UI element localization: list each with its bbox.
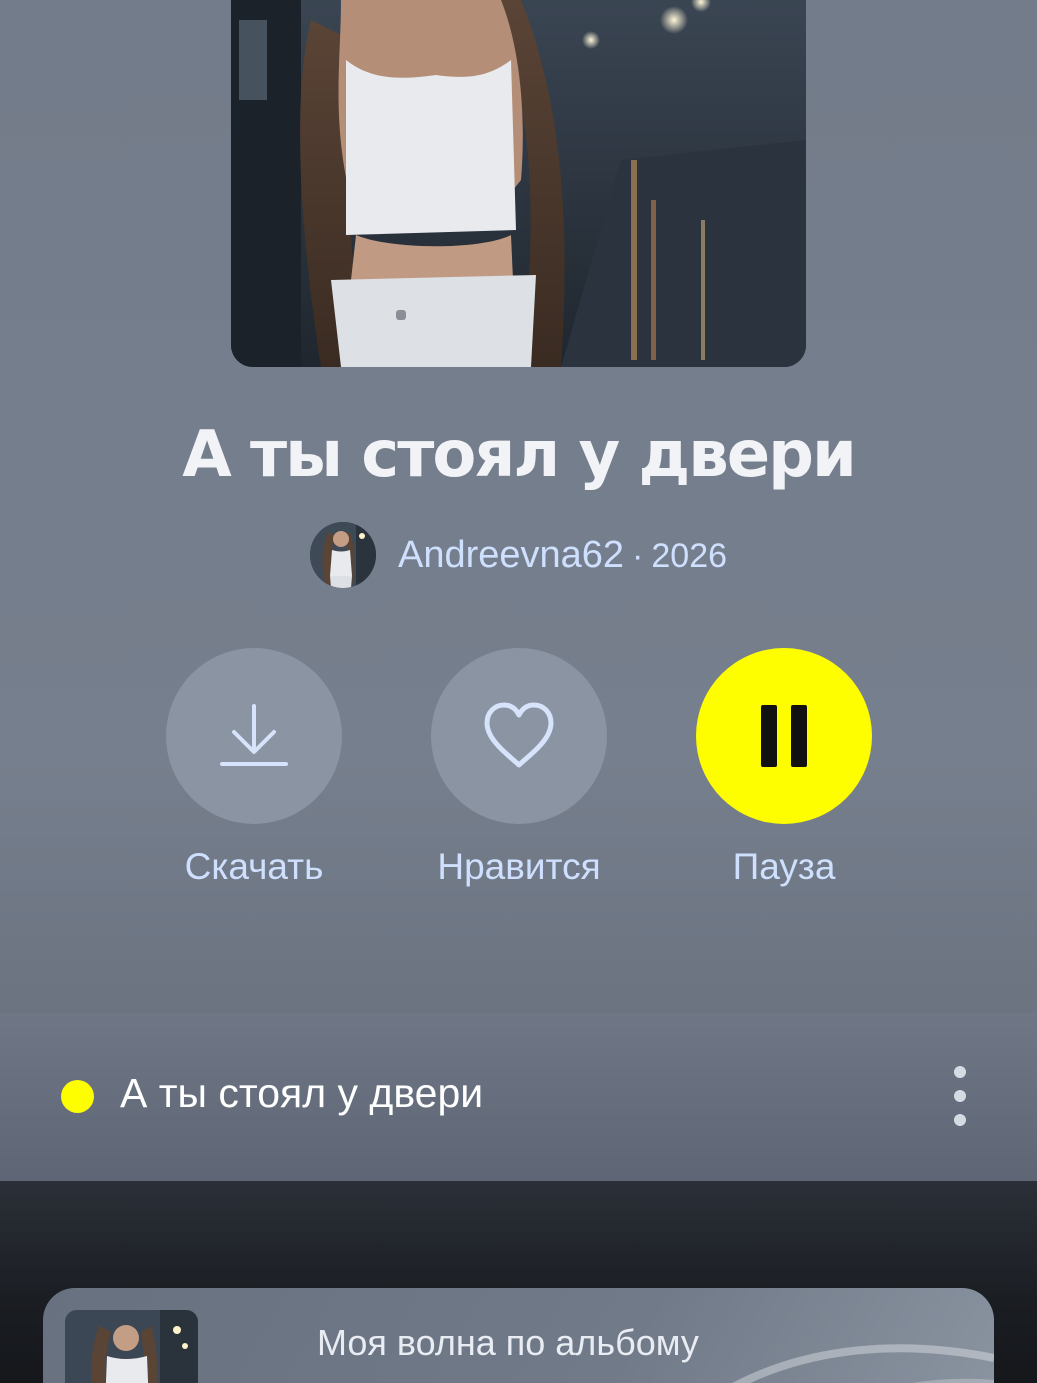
release-year: 2026 xyxy=(651,536,728,575)
artist-info[interactable]: Andreevna62 · 2026 xyxy=(398,534,727,577)
pause-label: Пауза xyxy=(732,846,836,887)
list-item-title[interactable]: А ты стоял у двери xyxy=(120,1070,483,1117)
more-dot xyxy=(954,1066,966,1078)
list-item[interactable]: А ты стоял у двери xyxy=(0,1060,1037,1132)
like-label: Нравится xyxy=(437,846,601,887)
mini-player[interactable]: Моя волна по альбому xyxy=(43,1288,994,1383)
pause-button-circle[interactable] xyxy=(696,648,872,824)
more-vertical-icon[interactable] xyxy=(940,1066,980,1126)
artist-name[interactable]: Andreevna62 xyxy=(398,534,624,577)
more-dot xyxy=(954,1090,966,1102)
heart-icon xyxy=(484,702,554,768)
now-playing-dot xyxy=(61,1080,94,1113)
download-icon xyxy=(220,704,288,766)
like-button[interactable]: Нравится xyxy=(399,648,639,888)
artist-avatar[interactable] xyxy=(309,522,376,588)
download-label: Скачать xyxy=(184,846,324,887)
album-cover-image xyxy=(231,0,806,367)
pause-button[interactable]: Пауза xyxy=(664,648,904,888)
download-button-circle[interactable] xyxy=(166,648,342,824)
artist-separator: · xyxy=(632,536,644,575)
artist-row[interactable]: Andreevna62 · 2026 xyxy=(0,520,1037,590)
mini-player-caption: Моя волна по альбому xyxy=(317,1322,699,1363)
download-button[interactable]: Скачать xyxy=(134,648,374,888)
track-title: А ты стоял у двери xyxy=(182,418,857,492)
pause-icon xyxy=(761,705,807,767)
action-buttons: Скачать Нравится Пауза xyxy=(0,648,1037,908)
more-dot xyxy=(954,1114,966,1126)
album-page: А ты стоял у двери Andreevna62 · 2026 Ск… xyxy=(0,0,1037,1383)
like-button-circle[interactable] xyxy=(431,648,607,824)
wave-decoration xyxy=(732,1344,994,1383)
mini-player-cover[interactable] xyxy=(65,1310,198,1383)
